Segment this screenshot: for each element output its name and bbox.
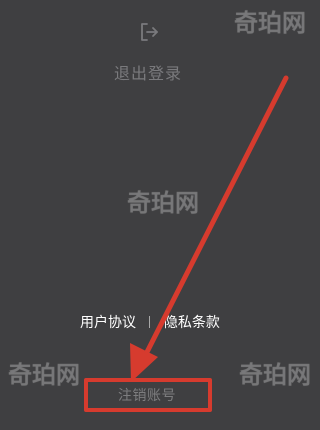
logout-button[interactable]: 退出登录 <box>108 20 188 84</box>
logout-label: 退出登录 <box>113 64 182 83</box>
watermark-bottom-right: 奇珀网 <box>239 361 311 389</box>
delete-account-label: 注销账号 <box>118 388 176 404</box>
logout-icon <box>137 20 161 44</box>
watermark-middle: 奇珀网 <box>127 189 199 217</box>
annotation-arrow-head <box>130 343 158 382</box>
settings-screen: 奇珀网 奇珀网 奇珀网 奇珀网 退出登录 用户协议 隐私条款 注销账号 <box>0 0 316 430</box>
user-agreement-link[interactable]: 用户协议 <box>80 312 136 332</box>
watermark-top-right: 奇珀网 <box>234 9 306 37</box>
policy-divider <box>149 316 151 328</box>
watermark-bottom-left: 奇珀网 <box>8 361 80 389</box>
policy-links: 用户协议 隐私条款 <box>80 312 240 334</box>
delete-account-button[interactable]: 注销账号 <box>87 378 207 412</box>
privacy-policy-link[interactable]: 隐私条款 <box>164 312 220 332</box>
